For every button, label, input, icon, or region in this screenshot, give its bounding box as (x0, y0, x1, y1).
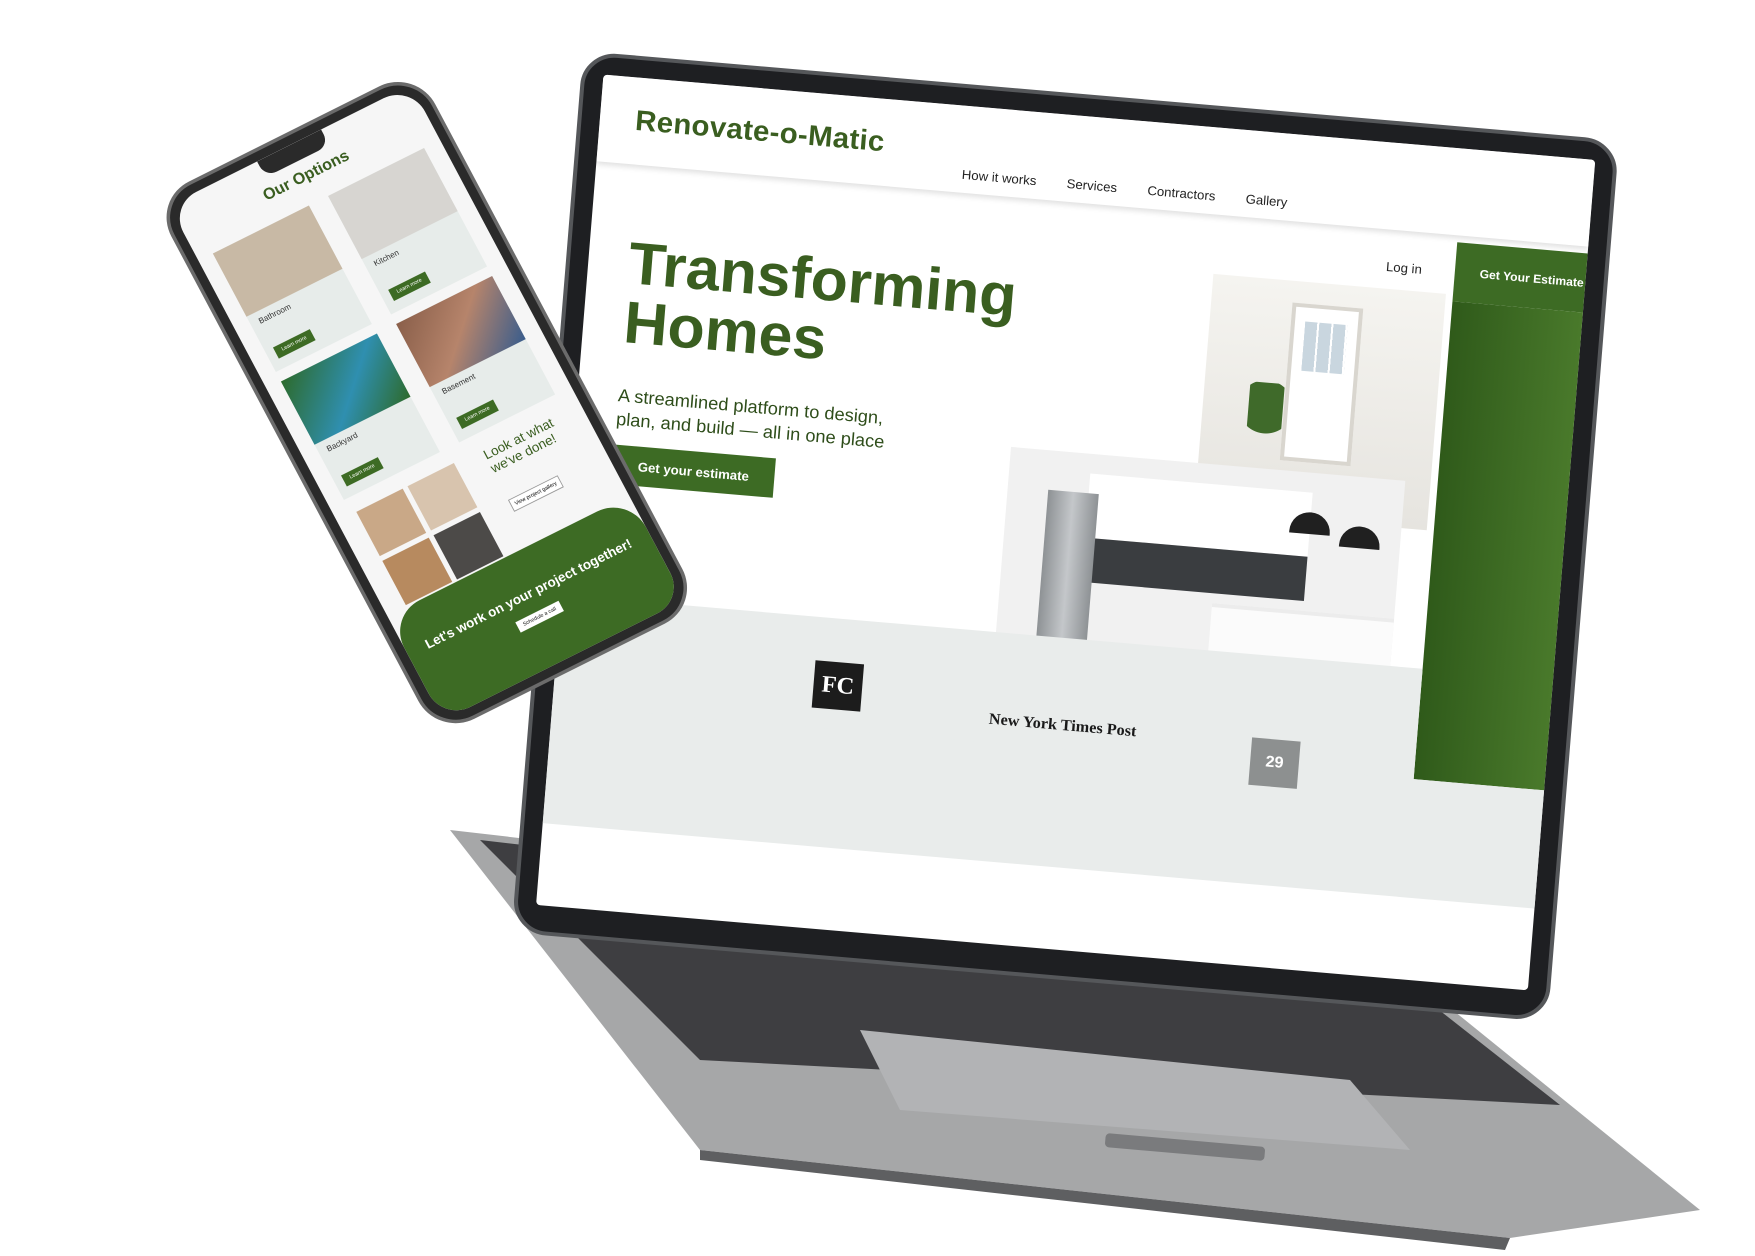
hero-title: Transforming Homes (621, 230, 1019, 386)
nav-services[interactable]: Services (1066, 176, 1118, 195)
door-image (1279, 302, 1364, 467)
learn-more-button[interactable]: Learn more (341, 457, 384, 487)
main-nav: How it works Services Contractors Galler… (961, 167, 1288, 210)
view-gallery-button[interactable]: View project gallery (507, 475, 564, 512)
pendant-lamp-icon (1338, 524, 1382, 551)
nav-gallery[interactable]: Gallery (1245, 191, 1288, 209)
website-desktop: Renovate-o-Matic How it works Services C… (536, 74, 1596, 991)
nav-how-it-works[interactable]: How it works (961, 167, 1037, 188)
press-logo-29: 29 (1248, 737, 1301, 789)
press-logo-fc: FC (811, 660, 865, 712)
learn-more-button[interactable]: Learn more (388, 271, 431, 301)
site-logo[interactable]: Renovate-o-Matic (634, 105, 886, 159)
nav-contractors[interactable]: Contractors (1147, 183, 1216, 204)
hero-subtitle: A streamlined platform to design, plan, … (615, 385, 886, 452)
login-link[interactable]: Log in (1385, 259, 1422, 277)
plant-image (1244, 381, 1285, 454)
learn-more-button[interactable]: Learn more (272, 329, 316, 359)
laptop-screen: Renovate-o-Matic How it works Services C… (511, 51, 1620, 1022)
fridge-image (1036, 489, 1099, 642)
learn-more-button[interactable]: Learn more (456, 399, 499, 429)
